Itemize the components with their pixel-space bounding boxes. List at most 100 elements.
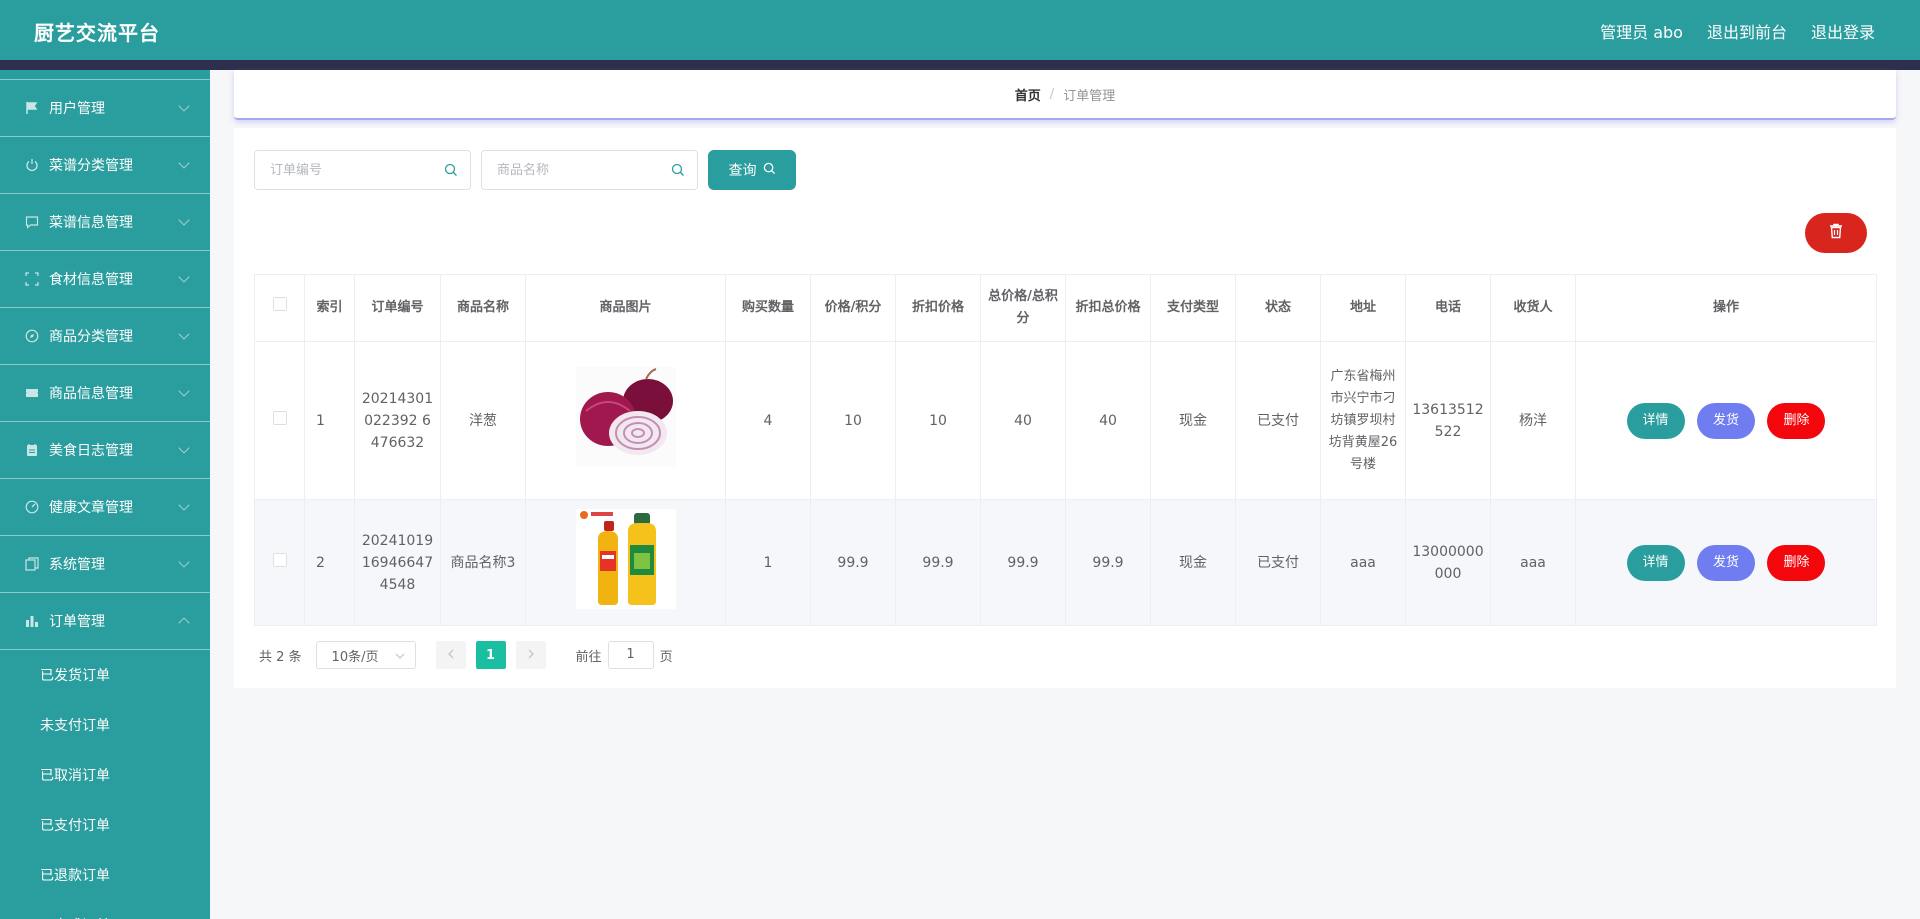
row-checkbox[interactable] bbox=[272, 552, 287, 567]
sidebar-item-recipe-info[interactable]: 菜谱信息管理 bbox=[0, 194, 210, 251]
search-icon bbox=[763, 162, 776, 179]
cell-quantity: 1 bbox=[725, 499, 811, 626]
top-header: 厨艺交流平台 管理员 abo 退出到前台 退出登录 bbox=[0, 0, 1920, 60]
cell-price: 10 bbox=[810, 341, 896, 500]
goto-page-input[interactable]: 1 bbox=[607, 641, 654, 669]
detail-button[interactable]: 详情 bbox=[1626, 544, 1685, 581]
chevron-down-icon bbox=[178, 328, 190, 340]
chevron-left-icon bbox=[447, 648, 454, 663]
pagination-total: 共 2 条 bbox=[259, 649, 302, 665]
orders-table: 索引 订单编号 商品名称 商品图片 购买数量 价格/积分 折扣价格 总价格/总积… bbox=[254, 274, 1877, 626]
product-name-search-field[interactable] bbox=[481, 150, 698, 190]
col-header-address: 地址 bbox=[1320, 274, 1406, 342]
sidebar-item-system[interactable]: 系统管理 bbox=[0, 536, 210, 593]
notebook-icon bbox=[24, 443, 39, 458]
page-size-select[interactable]: 10条/页 bbox=[315, 641, 416, 669]
breadcrumb-home[interactable]: 首页 bbox=[1015, 85, 1041, 104]
chevron-down-icon bbox=[178, 442, 190, 454]
sidebar-item-order-management[interactable]: 订单管理 bbox=[0, 593, 210, 650]
admin-user-label[interactable]: 管理员 abo bbox=[1600, 19, 1683, 43]
sidebar-item-label: 食材信息管理 bbox=[49, 272, 133, 288]
goto-prefix: 前往 bbox=[575, 649, 602, 665]
chevron-down-icon bbox=[395, 648, 405, 663]
submenu-item-completed-orders[interactable]: 已完成订单 bbox=[0, 900, 210, 919]
query-button[interactable]: 查询 bbox=[708, 150, 796, 190]
row-checkbox[interactable] bbox=[272, 410, 287, 425]
delete-button[interactable]: 删除 bbox=[1767, 544, 1826, 581]
chevron-right-icon bbox=[528, 648, 534, 663]
cell-phone: 13613512522 bbox=[1405, 341, 1491, 500]
select-all-checkbox[interactable] bbox=[272, 297, 287, 311]
order-no-search-field[interactable] bbox=[254, 150, 471, 190]
cell-index: 1 bbox=[304, 341, 355, 500]
sidebar-item-label: 订单管理 bbox=[49, 614, 105, 630]
cell-actions: 详情 发货 删除 bbox=[1575, 341, 1877, 500]
sidebar-item-label: 健康文章管理 bbox=[49, 500, 133, 516]
gauge-icon bbox=[24, 500, 39, 515]
order-no-input[interactable] bbox=[270, 151, 440, 189]
onion-image bbox=[575, 367, 676, 467]
cell-order-no: 20214301022392 6476632 bbox=[354, 341, 441, 500]
col-header-actions: 操作 bbox=[1575, 274, 1877, 342]
sidebar-item-product-category[interactable]: 商品分类管理 bbox=[0, 308, 210, 365]
ship-button[interactable]: 发货 bbox=[1697, 402, 1755, 439]
col-header-price: 价格/积分 bbox=[810, 274, 896, 342]
sidebar-item-recipe-category[interactable]: 菜谱分类管理 bbox=[0, 137, 210, 194]
compass-icon bbox=[24, 329, 39, 344]
cell-product-name: 商品名称3 bbox=[440, 499, 526, 626]
table-row: 2 20241019169466474548 商品名称3 1 99.9 99.9… bbox=[254, 499, 1877, 626]
cell-receiver: aaa bbox=[1490, 499, 1576, 626]
cell-product-image bbox=[525, 341, 726, 500]
search-icon bbox=[444, 163, 458, 181]
sidebar-item-label: 菜谱信息管理 bbox=[49, 215, 133, 231]
submenu-item-cancelled-orders[interactable]: 已取消订单 bbox=[0, 750, 210, 800]
submenu-item-paid-orders[interactable]: 已支付订单 bbox=[0, 800, 210, 850]
product-name-input[interactable] bbox=[497, 151, 667, 189]
breadcrumb-current: 订单管理 bbox=[1063, 88, 1116, 104]
col-header-product-name: 商品名称 bbox=[440, 274, 526, 342]
cell-pay-type: 现金 bbox=[1150, 499, 1236, 626]
detail-button[interactable]: 详情 bbox=[1626, 402, 1685, 439]
sidebar-item-product-info[interactable]: 商品信息管理 bbox=[0, 365, 210, 422]
next-page-button[interactable] bbox=[515, 641, 546, 669]
submenu-item-refunded-orders[interactable]: 已退款订单 bbox=[0, 850, 210, 900]
sidebar-item-food-diary[interactable]: 美食日志管理 bbox=[0, 422, 210, 479]
page-number-current[interactable]: 1 bbox=[475, 641, 506, 669]
delete-button[interactable]: 删除 bbox=[1767, 402, 1826, 439]
goto-suffix: 页 bbox=[659, 649, 673, 665]
ship-button[interactable]: 发货 bbox=[1697, 544, 1755, 581]
table-row: 1 20214301022392 6476632 洋葱 4 10 10 40 4… bbox=[254, 341, 1877, 500]
cell-pay-type: 现金 bbox=[1150, 341, 1236, 500]
batch-delete-button[interactable] bbox=[1805, 213, 1867, 253]
sidebar-item-label: 商品分类管理 bbox=[49, 329, 133, 345]
chart-icon bbox=[24, 614, 39, 629]
sidebar-item-ingredient-info[interactable]: 食材信息管理 bbox=[0, 251, 210, 308]
sidebar-item-user-management[interactable]: 用户管理 bbox=[0, 80, 210, 137]
col-header-order-no: 订单编号 bbox=[354, 274, 441, 342]
header-divider-bar bbox=[0, 60, 1920, 70]
sidebar-item-label: 系统管理 bbox=[49, 557, 105, 573]
flag-icon bbox=[24, 101, 39, 116]
sidebar-item-label: 美食日志管理 bbox=[49, 443, 133, 459]
cooking-oil-image bbox=[575, 509, 676, 609]
sidebar-item-health-article[interactable]: 健康文章管理 bbox=[0, 479, 210, 536]
brand-title: 厨艺交流平台 bbox=[34, 21, 160, 45]
col-header-product-image: 商品图片 bbox=[525, 274, 726, 342]
prev-page-button[interactable] bbox=[435, 641, 466, 669]
submenu-item-shipped-orders[interactable]: 已发货订单 bbox=[0, 650, 210, 700]
query-button-label: 查询 bbox=[728, 163, 757, 179]
cell-discount-price: 10 bbox=[895, 341, 981, 500]
cell-discount-price: 99.9 bbox=[895, 499, 981, 626]
cell-index: 2 bbox=[304, 499, 355, 626]
col-header-phone: 电话 bbox=[1405, 274, 1491, 342]
chevron-up-icon bbox=[178, 617, 190, 629]
submenu-item-unpaid-orders[interactable]: 未支付订单 bbox=[0, 700, 210, 750]
chevron-down-icon bbox=[178, 385, 190, 397]
col-header-pay-type: 支付类型 bbox=[1150, 274, 1236, 342]
chevron-down-icon bbox=[178, 556, 190, 568]
logout-link[interactable]: 退出登录 bbox=[1811, 19, 1875, 43]
exit-to-front-link[interactable]: 退出到前台 bbox=[1707, 19, 1787, 43]
copy-icon bbox=[24, 557, 39, 572]
cell-status: 已支付 bbox=[1235, 341, 1321, 500]
sidebar-item-label: 用户管理 bbox=[49, 101, 105, 117]
